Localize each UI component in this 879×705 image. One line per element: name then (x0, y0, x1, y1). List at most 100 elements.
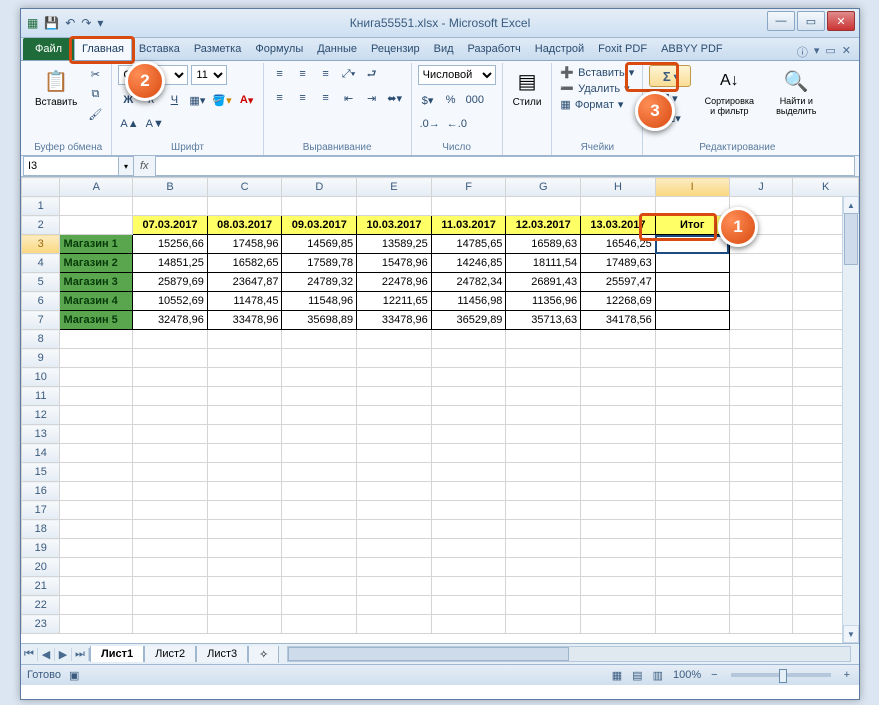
orientation-icon[interactable]: ⤢▾ (339, 65, 359, 83)
cell-E11[interactable] (357, 387, 432, 406)
cell-I14[interactable] (655, 444, 729, 463)
scroll-down-icon[interactable]: ▼ (843, 625, 859, 643)
minimize-button[interactable]: — (767, 11, 795, 31)
row-header-6[interactable]: 6 (22, 292, 60, 311)
cell-F19[interactable] (431, 539, 506, 558)
name-box-dropdown[interactable]: ▾ (119, 156, 134, 176)
col-header-C[interactable]: C (207, 178, 282, 197)
cell-B21[interactable] (133, 577, 208, 596)
sheet-nav-last-icon[interactable]: ⏭ (72, 648, 89, 661)
cell-E19[interactable] (357, 539, 432, 558)
sheet-nav-prev-icon[interactable]: ◀ (38, 648, 55, 661)
cell-E5[interactable]: 22478,96 (357, 273, 432, 292)
col-header-F[interactable]: F (431, 178, 506, 197)
new-sheet-button[interactable]: ✧ (248, 646, 279, 663)
row-header-8[interactable]: 8 (22, 330, 60, 349)
row-header-13[interactable]: 13 (22, 425, 60, 444)
cell-B1[interactable] (133, 197, 208, 216)
cell-C9[interactable] (207, 349, 282, 368)
doc-restore-icon[interactable]: ▭ (825, 44, 835, 60)
border-button[interactable]: ▦▾ (187, 91, 207, 109)
cell-C14[interactable] (207, 444, 282, 463)
row-header-7[interactable]: 7 (22, 311, 60, 330)
row-header-5[interactable]: 5 (22, 273, 60, 292)
comma-icon[interactable]: 000 (464, 91, 486, 109)
cell-H5[interactable]: 25597,47 (581, 273, 656, 292)
row-header-19[interactable]: 19 (22, 539, 60, 558)
cell-E12[interactable] (357, 406, 432, 425)
col-header-K[interactable]: K (793, 178, 859, 197)
cell-E10[interactable] (357, 368, 432, 387)
row-header-18[interactable]: 18 (22, 520, 60, 539)
fill-color-button[interactable]: 🪣▾ (210, 91, 233, 109)
cell-D5[interactable]: 24789,32 (282, 273, 357, 292)
cell-G9[interactable] (506, 349, 581, 368)
cell-H21[interactable] (581, 577, 656, 596)
cell-J14[interactable] (729, 444, 793, 463)
row-header-14[interactable]: 14 (22, 444, 60, 463)
cell-I13[interactable] (655, 425, 729, 444)
formula-bar[interactable] (155, 156, 855, 176)
cell-B16[interactable] (133, 482, 208, 501)
cell-G10[interactable] (506, 368, 581, 387)
cell-B11[interactable] (133, 387, 208, 406)
cell-D21[interactable] (282, 577, 357, 596)
cell-B7[interactable]: 32478,96 (133, 311, 208, 330)
row-header-12[interactable]: 12 (22, 406, 60, 425)
cell-I21[interactable] (655, 577, 729, 596)
zoom-level[interactable]: 100% (670, 669, 704, 681)
tab-insert[interactable]: Вставка (132, 38, 187, 60)
cell-H18[interactable] (581, 520, 656, 539)
cell-D16[interactable] (282, 482, 357, 501)
paste-button[interactable]: 📋 Вставить (31, 65, 81, 110)
cell-I4[interactable] (655, 254, 729, 273)
cell-C17[interactable] (207, 501, 282, 520)
col-header-I[interactable]: I (655, 178, 729, 197)
cell-A3[interactable]: Магазин 1 (60, 235, 133, 254)
cut-icon[interactable]: ✂ (85, 65, 105, 83)
cell-E3[interactable]: 13589,25 (357, 235, 432, 254)
cell-C20[interactable] (207, 558, 282, 577)
cell-I23[interactable] (655, 615, 729, 634)
cell-G8[interactable] (506, 330, 581, 349)
cell-A16[interactable] (60, 482, 133, 501)
font-color-button[interactable]: A▾ (237, 91, 257, 109)
cell-J8[interactable] (729, 330, 793, 349)
cell-F7[interactable]: 36529,89 (431, 311, 506, 330)
cell-H23[interactable] (581, 615, 656, 634)
cell-D3[interactable]: 14569,85 (282, 235, 357, 254)
cell-C11[interactable] (207, 387, 282, 406)
cell-E17[interactable] (357, 501, 432, 520)
cell-B9[interactable] (133, 349, 208, 368)
cell-J7[interactable] (729, 311, 793, 330)
row-header-3[interactable]: 3 (22, 235, 60, 254)
cell-G12[interactable] (506, 406, 581, 425)
view-normal-icon[interactable]: ▦ (609, 669, 625, 682)
cell-D19[interactable] (282, 539, 357, 558)
sheet-tab-1[interactable]: Лист1 (90, 646, 144, 662)
cell-J5[interactable] (729, 273, 793, 292)
qat-more-icon[interactable]: ▾ (97, 16, 103, 30)
cell-B23[interactable] (133, 615, 208, 634)
cell-H3[interactable]: 16546,25 (581, 235, 656, 254)
cell-A21[interactable] (60, 577, 133, 596)
cell-B2[interactable]: 07.03.2017 (133, 216, 208, 235)
align-top-icon[interactable]: ≡ (270, 65, 290, 83)
row-header-9[interactable]: 9 (22, 349, 60, 368)
cell-H4[interactable]: 17489,63 (581, 254, 656, 273)
cell-G5[interactable]: 26891,43 (506, 273, 581, 292)
cell-G14[interactable] (506, 444, 581, 463)
cell-H11[interactable] (581, 387, 656, 406)
zoom-in-button[interactable]: + (841, 669, 853, 681)
cell-A12[interactable] (60, 406, 133, 425)
cell-F1[interactable] (431, 197, 506, 216)
currency-icon[interactable]: $▾ (418, 91, 438, 109)
cell-A5[interactable]: Магазин 3 (60, 273, 133, 292)
cell-B18[interactable] (133, 520, 208, 539)
sheet-tab-2[interactable]: Лист2 (144, 646, 196, 662)
cell-H2[interactable]: 13.03.2017 (581, 216, 656, 235)
find-select-button[interactable]: 🔍 Найти и выделить (767, 65, 825, 119)
delete-cells-button[interactable]: ➖Удалить▾ (558, 81, 636, 96)
dec-decimal-icon[interactable]: ←.0 (445, 115, 469, 133)
merge-icon[interactable]: ⬌▾ (385, 89, 405, 107)
